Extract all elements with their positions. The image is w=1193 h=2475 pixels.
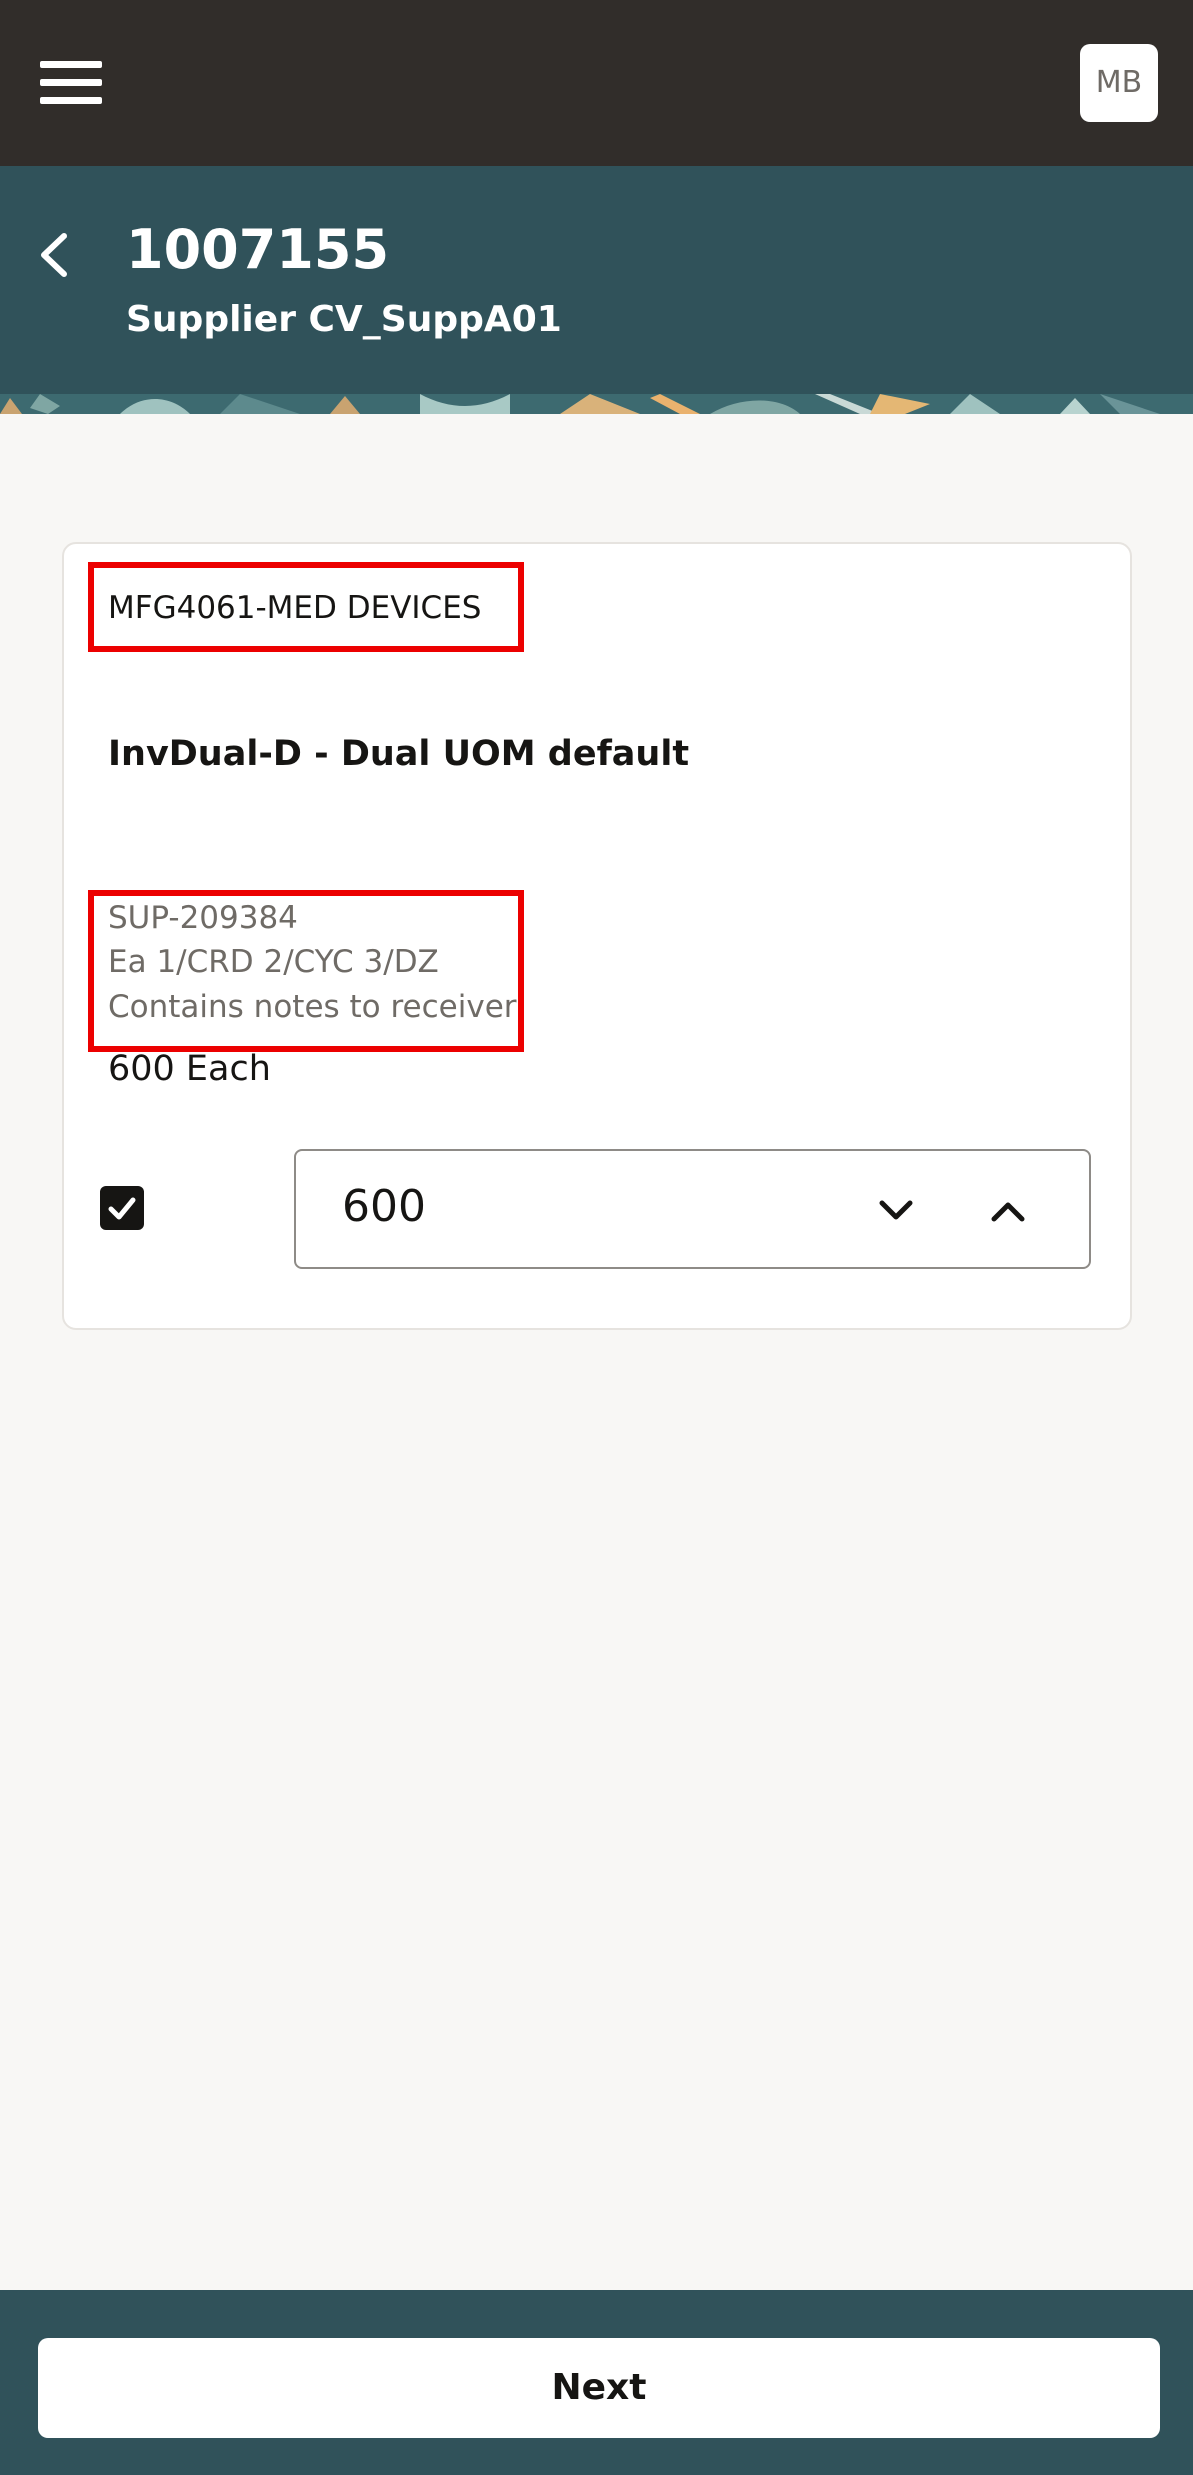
hamburger-menu-icon[interactable] bbox=[40, 58, 102, 106]
item-description: InvDual-D - Dual UOM default bbox=[108, 734, 690, 774]
page-title: 1007155 bbox=[126, 218, 390, 281]
organization-highlight-box bbox=[88, 562, 524, 652]
footer-bar: Next bbox=[0, 2290, 1193, 2475]
quantity-input[interactable]: 600 bbox=[342, 1181, 426, 1232]
chevron-up-icon[interactable] bbox=[978, 1181, 1038, 1241]
chevron-left-icon[interactable] bbox=[30, 222, 80, 288]
line-select-checkbox[interactable] bbox=[100, 1186, 144, 1230]
header-decorative-pattern bbox=[0, 394, 1193, 414]
app-top-bar: MB bbox=[0, 0, 1193, 166]
page-subtitle: Supplier CV_SuppA01 bbox=[126, 299, 562, 340]
page-header: 1007155 Supplier CV_SuppA01 bbox=[0, 166, 1193, 394]
receipt-line-card: MFG4061-MED DEVICES InvDual-D - Dual UOM… bbox=[62, 542, 1132, 1330]
next-button[interactable]: Next bbox=[38, 2338, 1160, 2438]
chevron-down-icon[interactable] bbox=[866, 1181, 926, 1241]
details-highlight-box bbox=[88, 890, 524, 1052]
quantity-stepper[interactable]: 600 bbox=[294, 1149, 1091, 1269]
user-avatar[interactable]: MB bbox=[1080, 44, 1158, 122]
quantity-text: 600 Each bbox=[108, 1049, 271, 1089]
